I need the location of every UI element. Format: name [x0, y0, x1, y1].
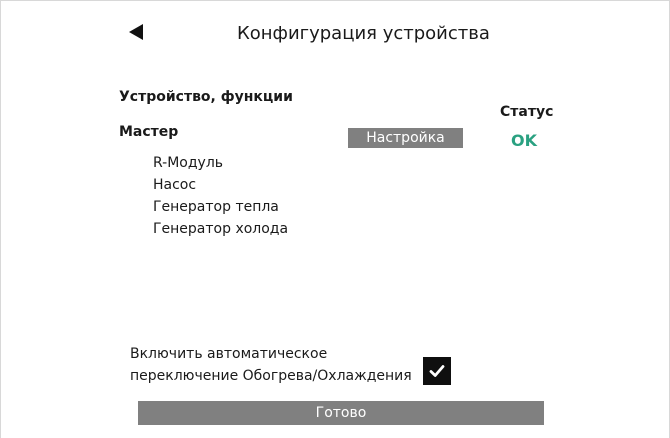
frame-top-border [0, 0, 670, 1]
status-column-header: Статус [500, 104, 554, 120]
back-button[interactable] [125, 22, 147, 42]
auto-switch-label-line1: Включить автоматическое [130, 346, 328, 362]
function-item-heat-generator: Генератор тепла [153, 199, 279, 215]
checkmark-icon [429, 365, 445, 377]
frame-left-border [0, 0, 1, 438]
auto-switch-label: Включить автоматическое переключение Обо… [130, 343, 420, 387]
function-item-pump: Насос [153, 177, 197, 193]
done-button[interactable]: Готово [138, 401, 544, 425]
master-status-badge: OK [511, 131, 537, 150]
master-setup-button[interactable]: Настройка [348, 128, 463, 148]
device-configuration-screen: Конфигурация устройства Устройство, функ… [0, 0, 670, 438]
master-device-label: Мастер [119, 124, 179, 140]
page-title: Конфигурация устройства [237, 23, 490, 44]
back-arrow-icon [129, 24, 143, 40]
function-item-r-module: R-Модуль [153, 155, 224, 171]
devices-section-title: Устройство, функции [119, 89, 293, 105]
auto-switch-checkbox[interactable] [423, 357, 451, 385]
function-list: R-Модуль Насос Генератор тепла Генератор… [153, 152, 288, 240]
function-item-cold-generator: Генератор холода [153, 221, 289, 237]
auto-switch-label-line2: переключение Обогрева/Охлаждения [130, 368, 412, 384]
